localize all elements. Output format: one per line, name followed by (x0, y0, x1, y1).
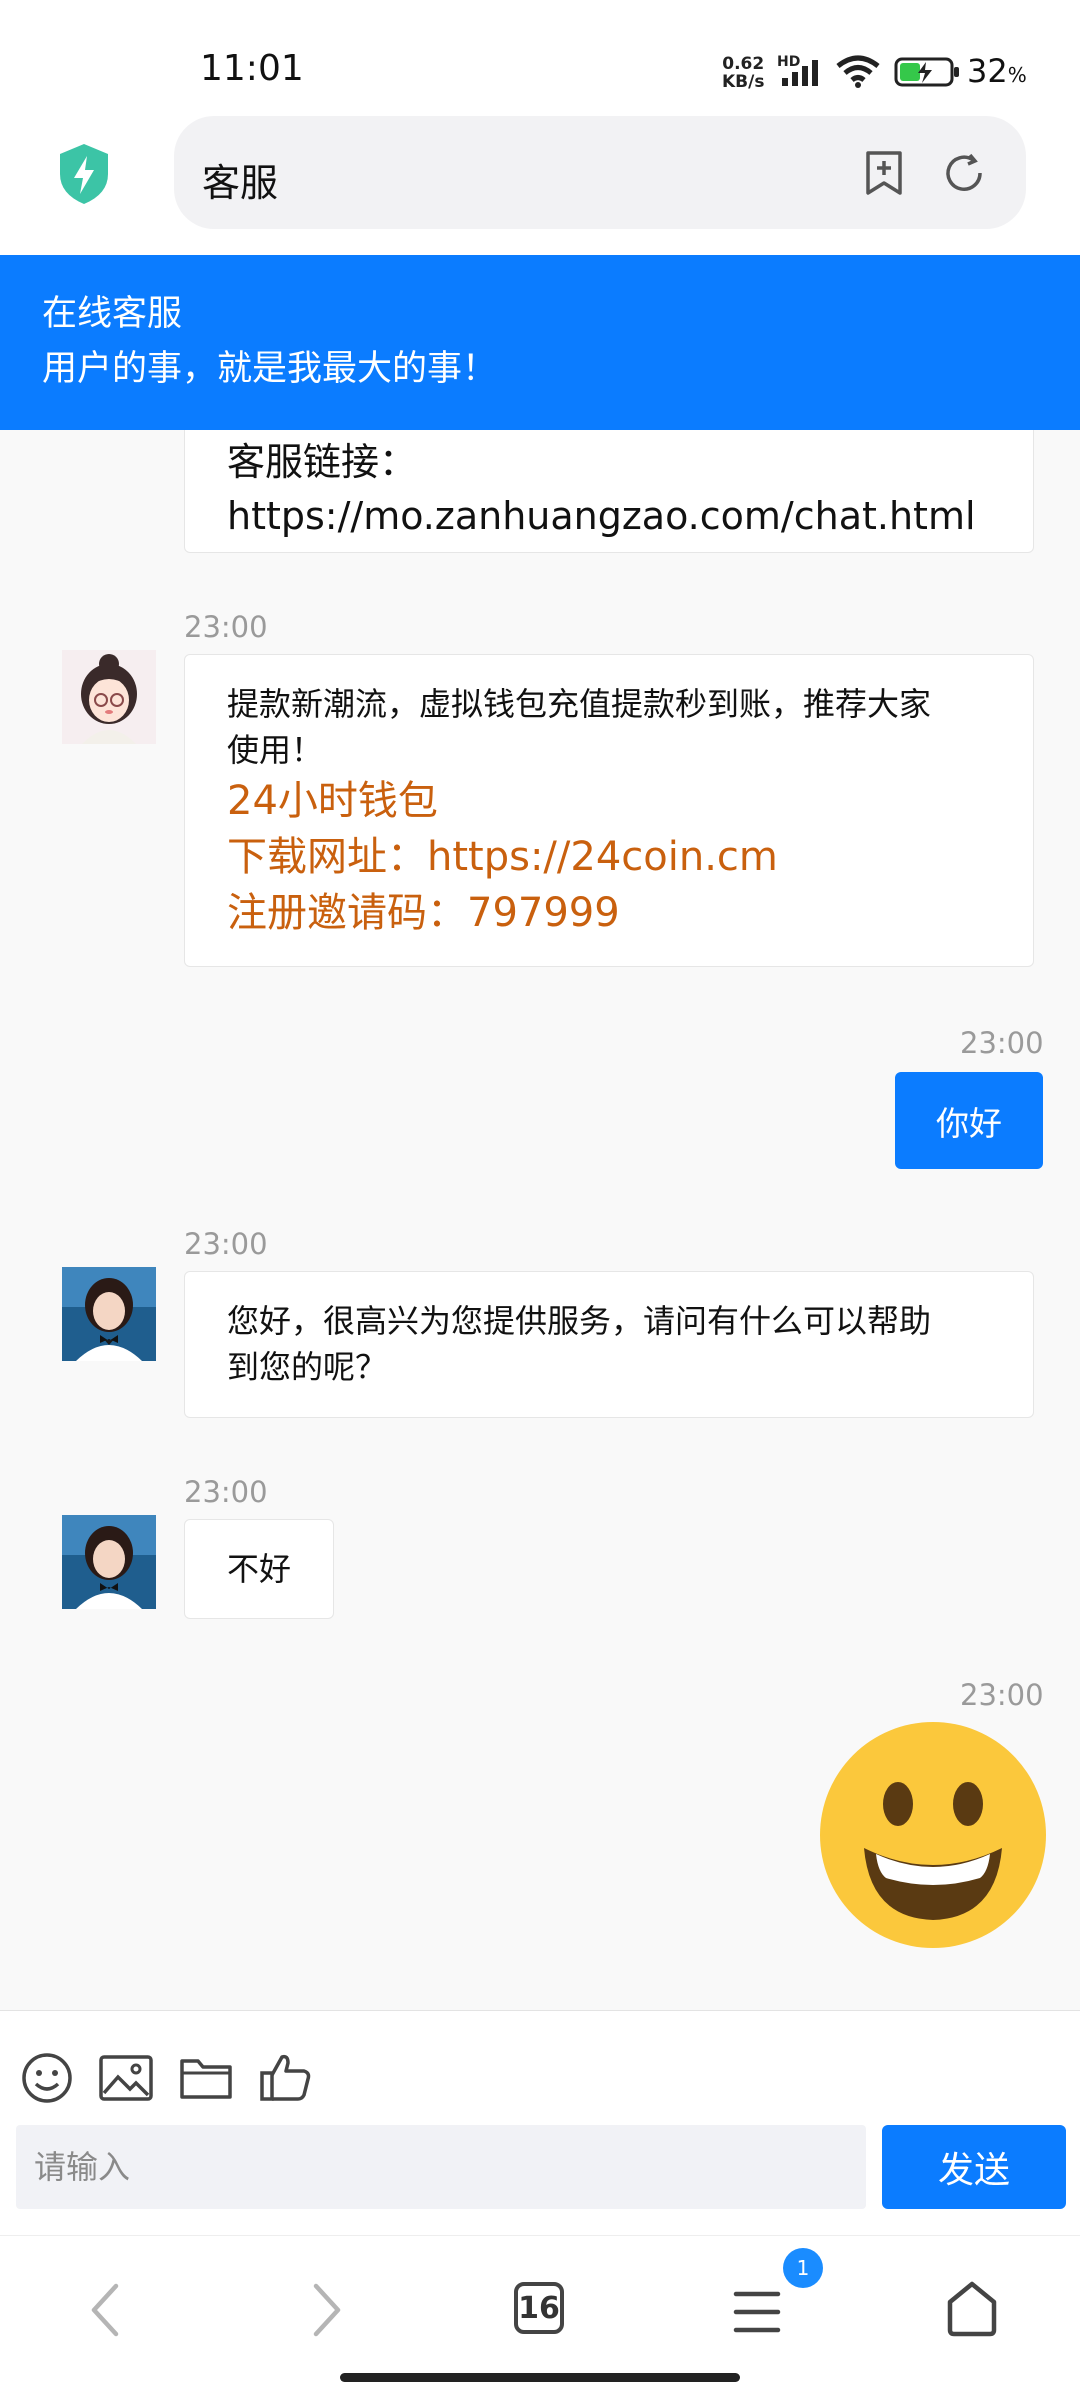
thumbs-up-icon[interactable] (258, 2051, 314, 2105)
grinning-face-emoji (820, 1722, 1046, 1948)
message-line: 到您的呢？ (227, 1348, 388, 1386)
network-speed-unit: KB/s (722, 72, 765, 92)
message-bubble: 不好 (184, 1519, 334, 1619)
agent-avatar (62, 1515, 156, 1609)
message-timestamp: 23:00 (960, 1026, 1044, 1060)
status-time: 11:01 (200, 48, 304, 89)
message-line: 使用！ (227, 731, 324, 769)
image-icon[interactable] (98, 2051, 154, 2105)
cartoon-girl-avatar (62, 650, 156, 744)
message-bubble: 您好，很高兴为您提供服务，请问有什么可以帮助 到您的呢？ (184, 1271, 1034, 1418)
promo-link[interactable]: 下载网址：https://24coin.cm (227, 829, 1007, 885)
battery-percent-unit: % (1007, 63, 1027, 87)
folder-icon[interactable] (178, 2051, 234, 2105)
message-bubble: 客服链接： https://mo.zanhuangzao.com/chat.ht… (184, 430, 1034, 553)
menu-icon[interactable] (732, 2290, 782, 2334)
security-shield-icon[interactable] (56, 142, 112, 206)
network-speed: 0.62 KB/s (722, 55, 764, 91)
network-speed-value: 0.62 (722, 54, 765, 74)
chat-area[interactable]: 客服链接： https://mo.zanhuangzao.com/chat.ht… (0, 430, 1080, 2010)
home-icon[interactable] (944, 2278, 1000, 2338)
message-timestamp: 23:00 (184, 1475, 268, 1509)
emoji-icon[interactable] (20, 2051, 74, 2105)
service-header: 在线客服 用户的事，就是我最大的事！ (0, 255, 1080, 430)
tabs-button[interactable]: 16 (514, 2282, 564, 2334)
message-link[interactable]: https://mo.zanhuangzao.com/chat.html (227, 489, 976, 543)
composer: 发送 (0, 2010, 1080, 2235)
wifi-icon (836, 55, 880, 88)
promo-line: 注册邀请码：797999 (227, 890, 620, 936)
promo-line: 24小时钱包 (227, 778, 438, 824)
address-bar[interactable]: 客服 (174, 116, 1026, 229)
service-slogan: 用户的事，就是我最大的事！ (42, 349, 498, 389)
battery-icon (894, 57, 959, 87)
message-timestamp: 23:00 (184, 610, 268, 644)
home-indicator (340, 2373, 740, 2382)
message-input[interactable] (16, 2125, 866, 2209)
message-line: 客服链接： (227, 440, 418, 484)
signal-icon (782, 60, 818, 86)
back-icon[interactable] (88, 2282, 124, 2338)
service-title: 在线客服 (42, 294, 183, 334)
message-timestamp: 23:00 (960, 1678, 1044, 1712)
add-bookmark-icon[interactable] (862, 149, 906, 197)
address-text[interactable]: 客服 (202, 152, 278, 207)
agent-avatar (62, 1267, 156, 1361)
battery-percent-value: 32 (967, 52, 1008, 90)
refresh-icon[interactable] (942, 151, 986, 195)
message-bubble: 提款新潮流，虚拟钱包充值提款秒到账，推荐大家 使用！ 24小时钱包 下载网址：h… (184, 654, 1034, 967)
sent-message-bubble: 你好 (895, 1072, 1043, 1169)
message-text: 不好 (227, 1550, 292, 1588)
status-bar: 11:01 0.62 KB/s HD 32% (0, 0, 1080, 110)
browser-toolbar: 客服 (0, 110, 1080, 255)
message-timestamp: 23:00 (184, 1227, 268, 1261)
notification-badge: 1 (783, 2248, 823, 2288)
message-text: 你好 (936, 1103, 1002, 1143)
message-line: 提款新潮流，虚拟钱包充值提款秒到账，推荐大家 (227, 685, 932, 723)
bottom-navigation: 16 1 (0, 2235, 1080, 2400)
message-line: 您好，很高兴为您提供服务，请问有什么可以帮助 (227, 1302, 932, 1340)
forward-icon[interactable] (308, 2282, 344, 2338)
send-button[interactable]: 发送 (882, 2125, 1066, 2209)
battery-percent: 32% (967, 52, 1027, 90)
